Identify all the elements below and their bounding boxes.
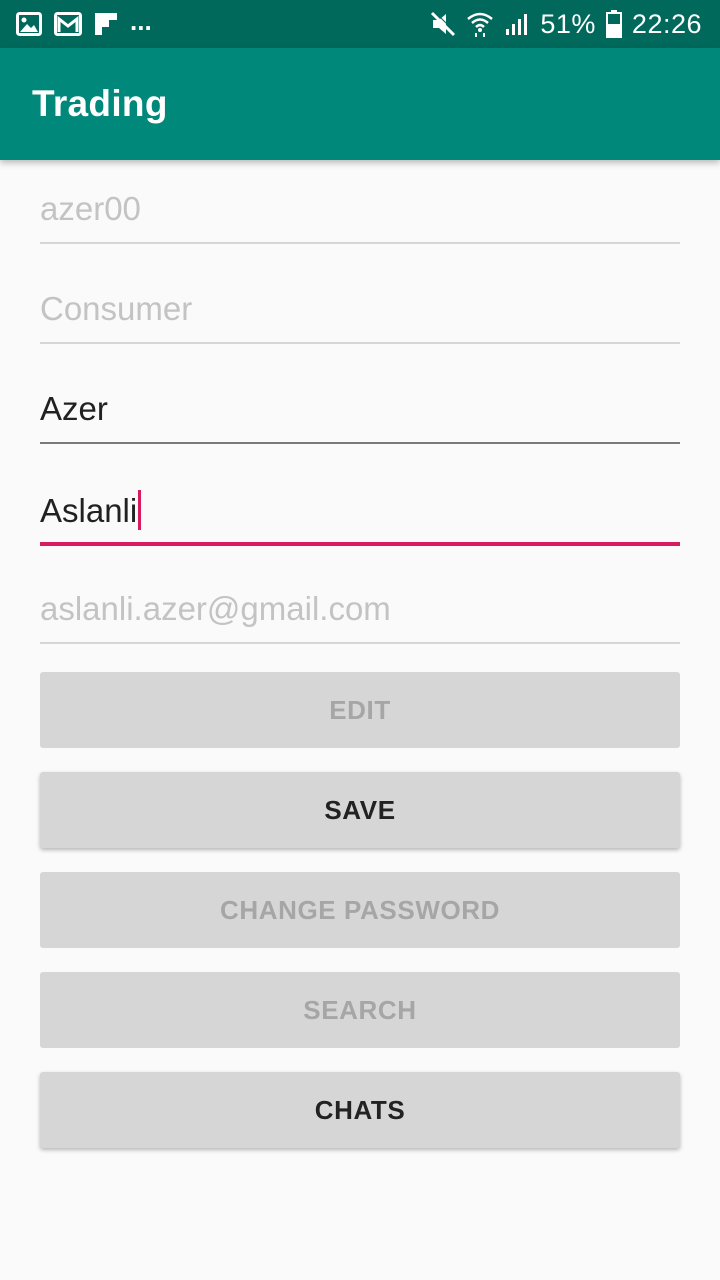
username-value: azer00 (40, 190, 141, 227)
save-button[interactable]: SAVE (40, 772, 680, 848)
last-name-value: Aslanli (40, 490, 142, 530)
email-value: aslanli.azer@gmail.com (40, 590, 391, 627)
last-name-text: Aslanli (40, 492, 138, 529)
app-bar: Trading (0, 48, 720, 160)
first-name-value: Azer (40, 390, 108, 427)
email-field[interactable]: aslanli.azer@gmail.com (40, 560, 680, 644)
system-icons: 51% 22:26 (430, 9, 702, 40)
app-title: Trading (32, 83, 168, 124)
clock: 22:26 (631, 8, 702, 39)
battery-percent: 51% (540, 8, 596, 39)
gmail-icon (54, 12, 82, 36)
mute-icon (430, 10, 457, 38)
search-button[interactable]: SEARCH (40, 972, 680, 1048)
change-password-button[interactable]: CHANGE PASSWORD (40, 872, 680, 948)
first-name-field[interactable]: Azer (40, 360, 680, 444)
image-icon (16, 12, 42, 36)
role-value: Consumer (40, 290, 193, 327)
text-cursor (138, 490, 142, 530)
role-field[interactable]: Consumer (40, 260, 680, 344)
chats-button[interactable]: CHATS (40, 1072, 680, 1148)
flipboard-icon (94, 12, 118, 36)
battery-icon (605, 10, 622, 38)
status-bar: ... 51% 22:26 (0, 0, 720, 48)
last-name-field[interactable]: Aslanli (40, 462, 680, 546)
wifi-icon (466, 10, 494, 38)
username-field[interactable]: azer00 (40, 160, 680, 244)
notification-icons: ... (16, 8, 152, 36)
more-notifications: ... (130, 6, 152, 36)
signal-icon (504, 11, 530, 37)
edit-button[interactable]: EDIT (40, 672, 680, 748)
